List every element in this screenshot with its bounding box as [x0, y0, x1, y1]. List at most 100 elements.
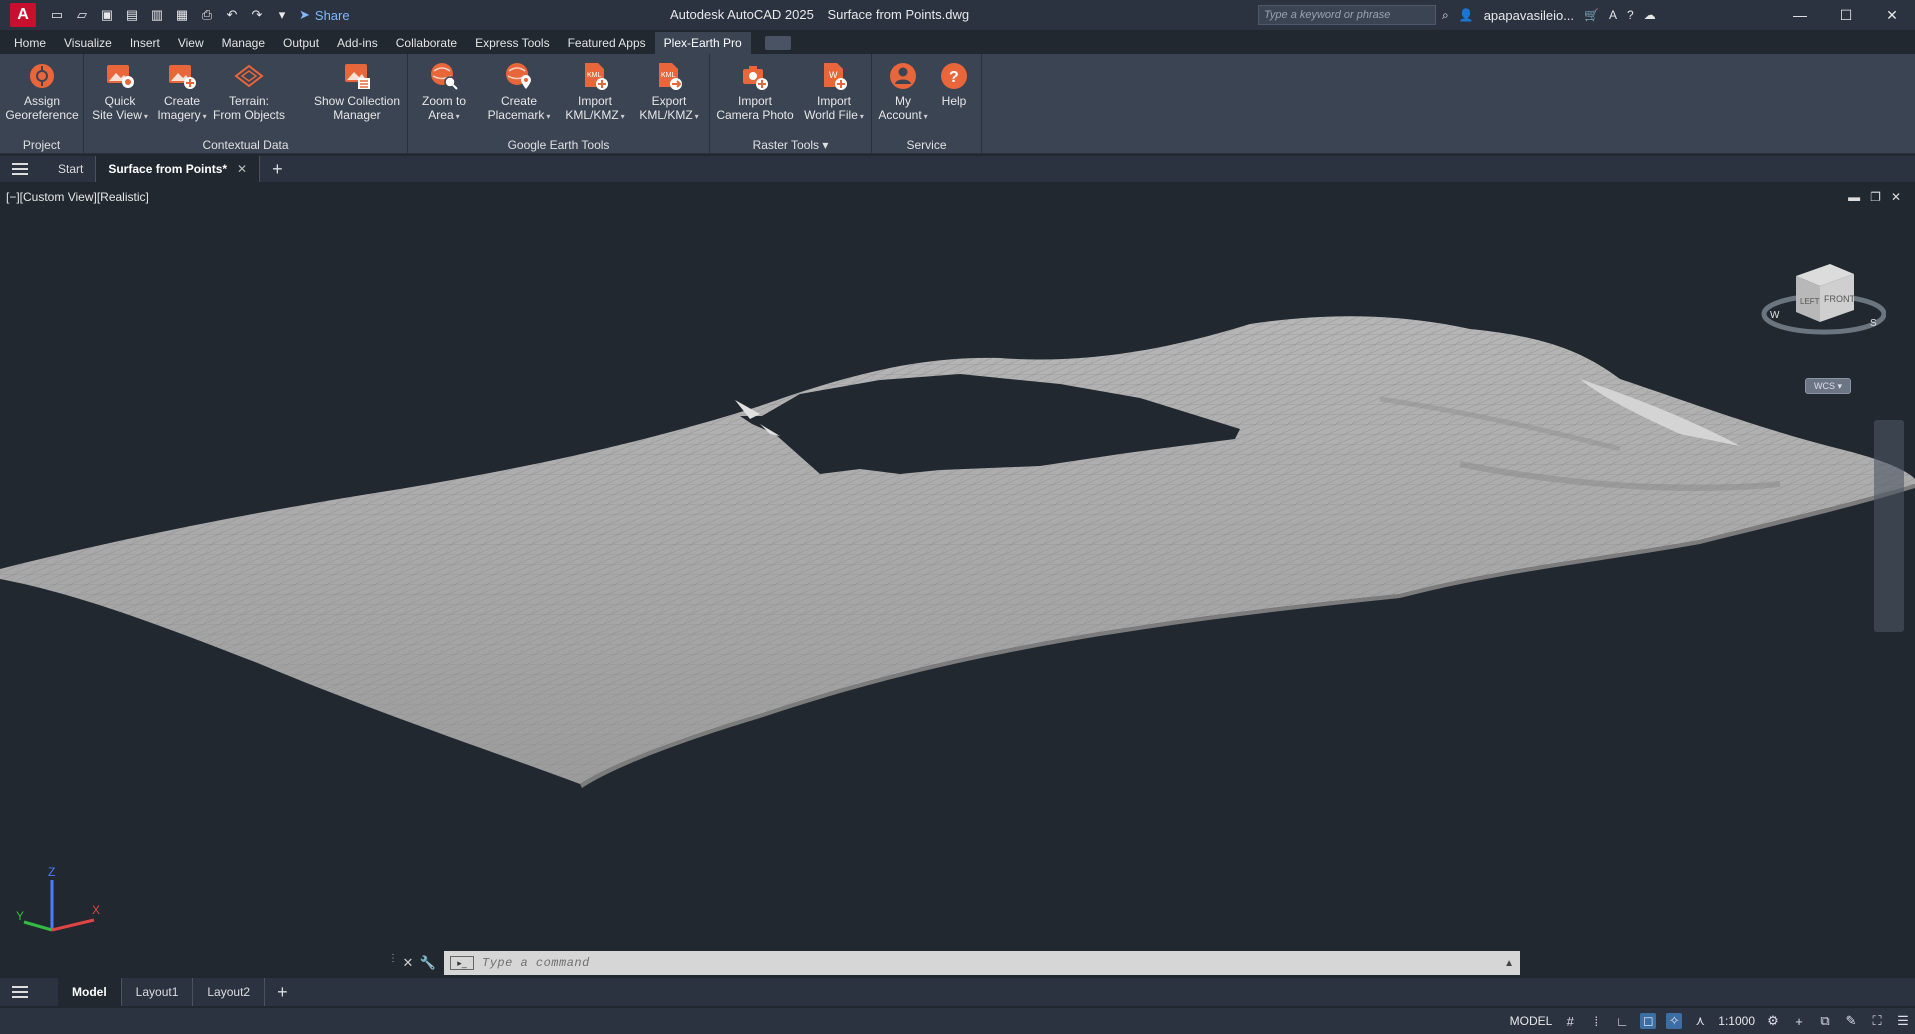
share-button[interactable]: ➤ Share [299, 7, 350, 23]
navigation-bar[interactable] [1874, 420, 1904, 632]
tab-manage[interactable]: Manage [213, 32, 274, 54]
save-icon[interactable]: ▣ [98, 6, 116, 24]
wcs-menu-button[interactable]: WCS ▾ [1805, 378, 1851, 394]
my-account-button[interactable]: My Account [878, 60, 926, 124]
tab-add-ins[interactable]: Add-ins [328, 32, 387, 54]
open-file-icon[interactable]: ▱ [73, 6, 91, 24]
object-snap-icon[interactable]: ✧ [1666, 1013, 1683, 1029]
snap-mode-icon[interactable]: ⁞ [1588, 1013, 1604, 1029]
command-expand-icon[interactable]: ▲ [1504, 958, 1514, 969]
close-command-line-icon[interactable]: ✕ [398, 955, 418, 971]
customize-qat-icon[interactable]: ▾ [273, 6, 291, 24]
new-tab-icon[interactable]: + [260, 159, 295, 180]
redo-icon[interactable]: ↷ [248, 6, 266, 24]
maximize-button[interactable]: ☐ [1823, 0, 1869, 30]
viewcube-front-label[interactable]: FRONT [1824, 294, 1855, 304]
hardware-acceleration-icon[interactable]: ✎ [1843, 1013, 1859, 1029]
close-tab-icon[interactable]: ✕ [237, 156, 247, 182]
publish-icon[interactable]: ▥ [148, 6, 166, 24]
import-camera-photo-button[interactable]: Import Camera Photo [714, 60, 796, 122]
create-placemark-button[interactable]: Create Placemark [484, 60, 554, 124]
viewport-controls-label[interactable]: [−][Custom View][Realistic] [6, 190, 149, 204]
viewport-minimize-icon[interactable]: ▬ [1848, 190, 1860, 204]
viewport-restore-icon[interactable]: ❐ [1870, 190, 1881, 204]
customize-command-icon[interactable]: 🔧 [418, 955, 438, 971]
cart-icon[interactable]: 🛒 [1584, 8, 1599, 22]
help-button[interactable]: ? Help [934, 60, 974, 108]
tab-layout2[interactable]: Layout2 [193, 978, 266, 1006]
tab-express-tools[interactable]: Express Tools [466, 32, 558, 54]
clean-screen-icon[interactable]: ⛶ [1869, 1013, 1885, 1029]
command-line: ⋮ ✕ 🔧 ▸_ Type a command ▲ [388, 951, 1520, 975]
tab-visualize[interactable]: Visualize [55, 32, 121, 54]
tab-featured-apps[interactable]: Featured Apps [559, 32, 655, 54]
command-history-icon[interactable]: ▸_ [450, 956, 474, 970]
viewcube[interactable]: LEFT FRONT W S [1756, 254, 1886, 364]
viewport-window-controls: ▬ ❐ ✕ [1848, 190, 1901, 204]
quick-site-view-button[interactable]: Quick Site View [90, 60, 150, 124]
tab-collaborate[interactable]: Collaborate [387, 32, 466, 54]
autodesk-app-icon[interactable]: A [1609, 8, 1617, 22]
close-button[interactable]: ✕ [1869, 0, 1915, 30]
user-icon[interactable]: 👤 [1459, 8, 1474, 22]
command-input[interactable]: ▸_ Type a command ▲ [444, 951, 1520, 975]
import-world-file-button[interactable]: W Import World File [800, 60, 868, 124]
minimize-button[interactable]: — [1777, 0, 1823, 30]
add-icon[interactable]: + [1791, 1013, 1807, 1029]
cloud-icon[interactable]: ☁ [1644, 8, 1656, 22]
tab-view[interactable]: View [169, 32, 213, 54]
tab-insert[interactable]: Insert [121, 32, 169, 54]
viewport-close-icon[interactable]: ✕ [1891, 190, 1901, 204]
compass-west-label[interactable]: W [1770, 310, 1780, 321]
compass-south-label[interactable]: S [1870, 318, 1877, 329]
layout-tabs-menu-icon[interactable] [12, 980, 36, 1004]
panel-google-earth-tools: Zoom to Area Create Placemark KML Import… [408, 54, 710, 154]
file-tabs-menu-icon[interactable] [12, 157, 36, 181]
plot-icon[interactable]: ▦ [173, 6, 191, 24]
customization-menu-icon[interactable]: ☰ [1895, 1013, 1911, 1029]
user-name[interactable]: apapavasileio... [1484, 8, 1574, 23]
save-as-icon[interactable]: ▤ [123, 6, 141, 24]
drawing-viewport[interactable]: [−][Custom View][Realistic] ▬ ❐ ✕ LEFT F… [0, 184, 1915, 977]
annotation-scale-dropdown[interactable]: 1:1000 [1718, 1014, 1755, 1028]
settings-gear-icon[interactable]: ⚙ [1765, 1013, 1781, 1029]
zoom-to-area-button[interactable]: Zoom to Area [412, 60, 476, 124]
import-kml-icon: KML [578, 60, 612, 92]
command-line-grip-icon[interactable]: ⋮ [388, 953, 398, 973]
tab-output[interactable]: Output [274, 32, 328, 54]
viewcube-left-label[interactable]: LEFT [1800, 297, 1820, 306]
panel-project: Assign Georeference Project [0, 54, 84, 154]
new-file-icon[interactable]: ▭ [48, 6, 66, 24]
ortho-icon[interactable]: ∟ [1614, 1013, 1630, 1029]
ribbon-minimize-toggle[interactable] [764, 36, 791, 50]
search-input[interactable]: Type a keyword or phrase [1258, 5, 1436, 25]
isolate-objects-icon[interactable]: ⧉ [1817, 1013, 1833, 1029]
tab-start[interactable]: Start [46, 156, 97, 182]
new-layout-icon[interactable]: + [265, 982, 300, 1003]
polar-tracking-icon[interactable]: ◻ [1640, 1013, 1657, 1029]
import-kml-button[interactable]: KML Import KML/KMZ [562, 60, 628, 124]
panel-label-raster-tools[interactable]: Raster Tools ▾ [710, 138, 871, 152]
terrain-from-objects-button[interactable]: Terrain: From Objects [213, 60, 285, 122]
tab-plex-earth-pro[interactable]: Plex-Earth Pro [654, 32, 751, 54]
tab-model[interactable]: Model [58, 978, 122, 1006]
title-bar: A ▭ ▱ ▣ ▤ ▥ ▦ ⎙ ↶ ↷ ▾ ➤ Share Autodesk A… [0, 0, 1915, 30]
show-collection-manager-button[interactable]: Show Collection Manager [310, 60, 404, 122]
annotation-visibility-icon[interactable]: ⋏ [1692, 1013, 1708, 1029]
model-space-toggle[interactable]: MODEL [1510, 1014, 1553, 1028]
help-circle-icon[interactable]: ? [1627, 8, 1634, 22]
undo-icon[interactable]: ↶ [223, 6, 241, 24]
export-kml-button[interactable]: KML Export KML/KMZ [636, 60, 702, 124]
create-imagery-button[interactable]: Create Imagery [154, 60, 210, 124]
tab-surface-from-points[interactable]: Surface from Points* ✕ [96, 156, 261, 182]
assign-georeference-button[interactable]: Assign Georeference [5, 60, 79, 122]
placemark-icon [502, 60, 536, 92]
tab-home[interactable]: Home [5, 32, 55, 54]
georeference-icon [25, 60, 59, 92]
print-icon[interactable]: ⎙ [198, 6, 216, 24]
svg-text:KML: KML [661, 72, 676, 79]
tab-layout1[interactable]: Layout1 [122, 978, 194, 1006]
grid-icon[interactable]: # [1562, 1013, 1578, 1029]
app-menu-button[interactable]: A [10, 3, 36, 27]
search-icon[interactable]: ⌕ [1442, 8, 1449, 23]
